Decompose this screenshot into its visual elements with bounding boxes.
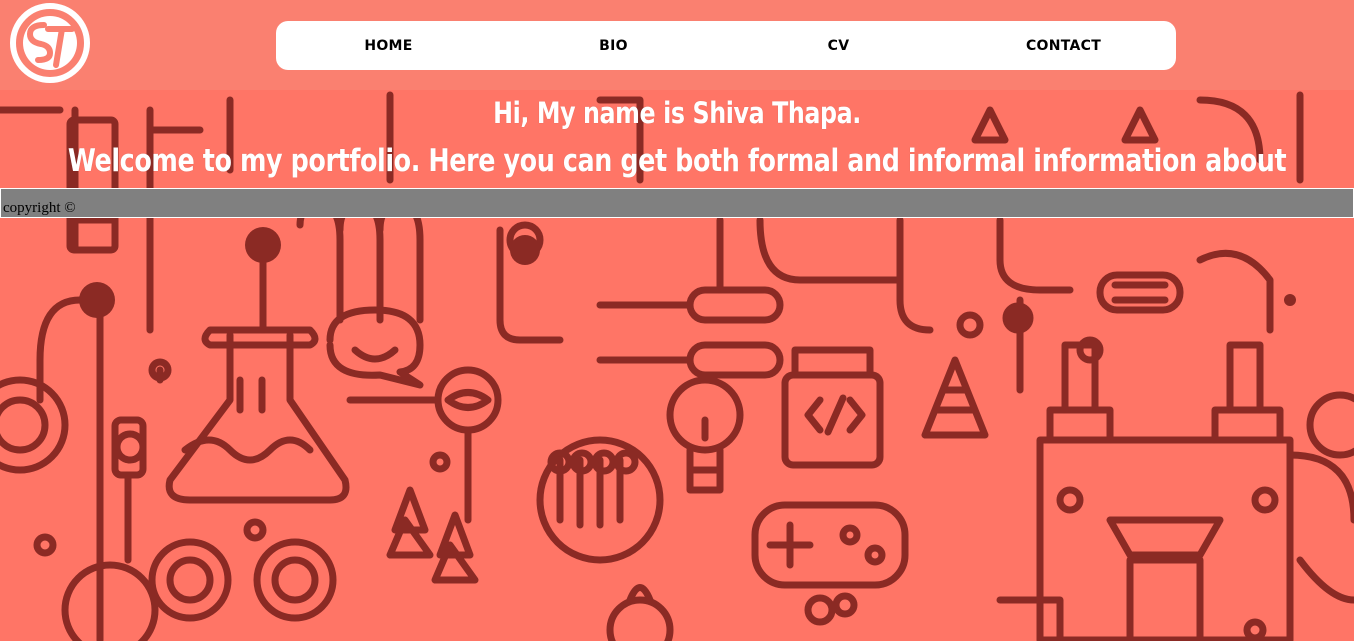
hero-greeting: Hi, My name is Shiva Thapa. — [493, 96, 861, 130]
nav-link-bio[interactable]: BIO — [501, 38, 726, 54]
site-header: HOME BIO CV CONTACT — [0, 0, 1354, 90]
nav-link-contact[interactable]: CONTACT — [951, 38, 1176, 54]
site-footer: copyright © — [0, 188, 1354, 218]
main-navigation: HOME BIO CV CONTACT — [276, 21, 1176, 70]
st-logo-icon[interactable] — [10, 3, 90, 83]
hero-intro: Hi, My name is Shiva Thapa. Welcome to m… — [0, 90, 1354, 215]
nav-link-cv[interactable]: CV — [726, 38, 951, 54]
copyright-text: copyright © — [3, 200, 76, 216]
nav-link-home[interactable]: HOME — [276, 38, 501, 54]
